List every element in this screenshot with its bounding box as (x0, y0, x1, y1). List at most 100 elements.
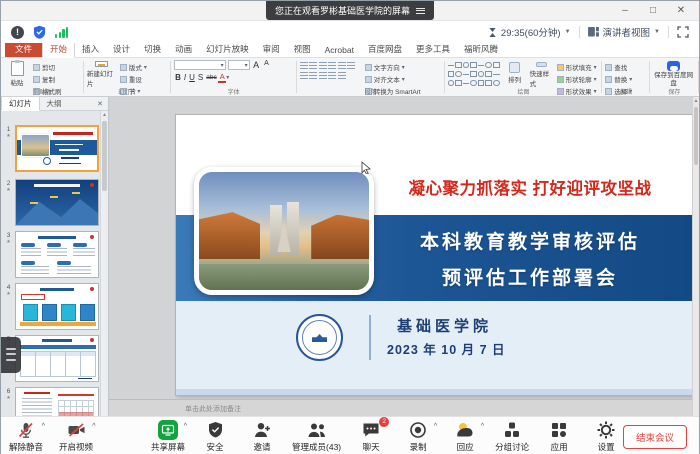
layout-button[interactable]: 版式 ▾ (120, 62, 147, 72)
shape-outline-button[interactable]: 形状轮廓 ▾ (557, 74, 597, 84)
record-options-chevron-icon[interactable]: ^ (434, 423, 437, 430)
manage-members-button[interactable]: 管理成员(43) (292, 420, 341, 453)
share-options-chevron-icon[interactable]: ^ (184, 423, 187, 430)
arrange-button[interactable]: 排列 (503, 60, 527, 88)
slide-thumbnail-2[interactable] (15, 179, 99, 226)
shapes-gallery[interactable] (448, 60, 500, 88)
arrange-icon (509, 62, 520, 73)
notes-pane[interactable]: 单击此处添加备注 (109, 399, 692, 416)
scroll-up-icon[interactable]: ▲ (693, 97, 699, 106)
font-color-caret-icon[interactable]: ▾ (226, 74, 229, 81)
list-indent-buttons[interactable] (300, 62, 362, 70)
replace-button[interactable]: 替换 ▾ (605, 74, 632, 84)
settings-button[interactable]: 设置 (589, 420, 623, 453)
cut-button[interactable]: 剪切 (33, 62, 62, 72)
slide-thumbnail-5[interactable] (15, 335, 99, 382)
panel-scrollbar[interactable]: ▲ (100, 111, 108, 416)
panel-tab-slides[interactable]: 幻灯片 (1, 96, 40, 111)
text-direction-button[interactable]: 文字方向 ▾ (365, 62, 421, 72)
security-button[interactable]: 安全 (198, 420, 232, 453)
scroll-up-icon[interactable]: ▲ (101, 111, 108, 120)
unmute-button[interactable]: ^ 解除静音 (9, 420, 43, 453)
reset-button[interactable]: 重设 (120, 74, 147, 84)
shrink-font-button[interactable]: A (263, 60, 271, 70)
tab-animations[interactable]: 动画 (168, 41, 199, 57)
slide-thumbnail-3[interactable] (15, 231, 99, 278)
quick-styles-button[interactable]: 快速样式 (530, 60, 554, 88)
start-video-button[interactable]: ^ 开启视频 (59, 420, 93, 453)
banner-menu-icon[interactable] (416, 6, 425, 15)
tab-review[interactable]: 审阅 (256, 41, 287, 57)
bold-button[interactable]: B (174, 73, 183, 82)
save-group: 保存到百度网盘 保存 (650, 58, 699, 96)
shape-fill-icon (557, 64, 564, 71)
font-color-button[interactable]: A (218, 72, 226, 83)
record-button[interactable]: ^ 录制 (401, 420, 435, 453)
slide-thumbnail-4[interactable] (15, 283, 99, 330)
share-screen-icon (158, 420, 178, 440)
breakout-rooms-button[interactable]: 分组讨论 (495, 420, 529, 453)
new-slide-button[interactable]: 新建幻灯片 (87, 60, 117, 88)
font-size-box[interactable]: ▾ (228, 60, 250, 70)
apps-button[interactable]: 应用 (542, 420, 576, 453)
ribbon-tab-bar: 文件 开始 插入 设计 切换 动画 幻灯片放映 审阅 视图 Acrobat 百度… (1, 43, 699, 58)
tab-insert[interactable]: 插入 (75, 41, 106, 57)
record-icon (408, 420, 428, 440)
meeting-info-icon[interactable]: ! (11, 26, 24, 39)
close-button[interactable]: ✕ (669, 2, 693, 20)
slide-title-line1: 本科教育教学审核评估 (420, 227, 640, 254)
cut-icon (33, 64, 40, 71)
share-screen-button[interactable]: ^ 共享屏幕 (151, 420, 185, 453)
tab-view[interactable]: 视图 (287, 41, 318, 57)
tab-addin[interactable]: 福昕风腾 (457, 41, 505, 57)
save-to-netdisk-button[interactable]: 保存到百度网盘 (653, 60, 695, 88)
view-mode-selector[interactable]: 演讲者视图 ▼ (588, 25, 660, 39)
tab-transitions[interactable]: 切换 (137, 41, 168, 57)
maximize-button[interactable]: □ (641, 2, 665, 20)
canvas-scrollbar[interactable]: ▲ (692, 97, 699, 416)
security-shield-icon[interactable] (33, 25, 46, 39)
find-button[interactable]: 查找 (605, 62, 632, 72)
fullscreen-icon[interactable] (677, 26, 689, 38)
text-shadow-button[interactable]: S (196, 73, 204, 82)
paste-button[interactable]: 粘贴 (4, 60, 30, 88)
title-bar: 您正在观看罗彬基础医学院的屏幕 – □ ✕ (1, 1, 699, 21)
font-name-box[interactable]: ▾ (174, 60, 226, 70)
mic-options-chevron-icon[interactable]: ^ (42, 423, 45, 430)
panel-close-icon[interactable]: ✕ (92, 100, 108, 108)
align-text-button[interactable]: 对齐文本 ▾ (365, 74, 421, 84)
tab-acrobat[interactable]: Acrobat (318, 43, 361, 57)
network-signal-icon[interactable] (55, 27, 68, 38)
current-slide[interactable]: 凝心聚力抓落实 打好迎评攻坚战 本科教育教学审核评估 预评估工作部署会 (176, 115, 694, 395)
screen-share-banner[interactable]: 您正在观看罗彬基础医学院的屏幕 (266, 1, 434, 20)
alignment-buttons[interactable] (300, 72, 362, 80)
shape-fill-button[interactable]: 形状填充 ▾ (557, 62, 597, 72)
copy-button[interactable]: 复制 (33, 74, 62, 84)
invite-button[interactable]: 邀请 (245, 420, 279, 453)
chat-button[interactable]: 2 聊天 (354, 420, 388, 453)
tab-slideshow[interactable]: 幻灯片放映 (199, 41, 256, 57)
hourglass-icon (488, 27, 497, 38)
view-mode-text: 演讲者视图 (603, 25, 651, 39)
transition-star-icon: ★ (3, 133, 14, 139)
quick-styles-icon (536, 62, 547, 67)
floating-toolbar-handle[interactable] (1, 337, 21, 373)
transition-star-icon: ★ (3, 291, 14, 297)
tab-baidu-netdisk[interactable]: 百度网盘 (361, 41, 409, 57)
end-meeting-button[interactable]: 结束会议 (623, 425, 687, 449)
slide-number: 4★ (3, 283, 14, 330)
panel-tab-outline[interactable]: 大纲 (40, 97, 69, 110)
reaction-options-chevron-icon[interactable]: ^ (481, 423, 484, 430)
video-options-chevron-icon[interactable]: ^ (92, 423, 95, 430)
slide-thumbnail-1[interactable] (15, 125, 99, 172)
strikethrough-button[interactable]: abc (205, 74, 218, 81)
tab-design[interactable]: 设计 (106, 41, 137, 57)
tab-more-tools[interactable]: 更多工具 (409, 41, 457, 57)
minimize-button[interactable]: – (613, 2, 637, 20)
transition-star-icon: ★ (3, 239, 14, 245)
meeting-timer[interactable]: 29:35(60分钟) ▼ (488, 25, 571, 39)
tab-file[interactable]: 文件 (5, 41, 42, 57)
reactions-button[interactable]: ^ 回应 (448, 420, 482, 453)
underline-button[interactable]: U (188, 73, 197, 82)
grow-font-button[interactable]: A (252, 60, 261, 70)
